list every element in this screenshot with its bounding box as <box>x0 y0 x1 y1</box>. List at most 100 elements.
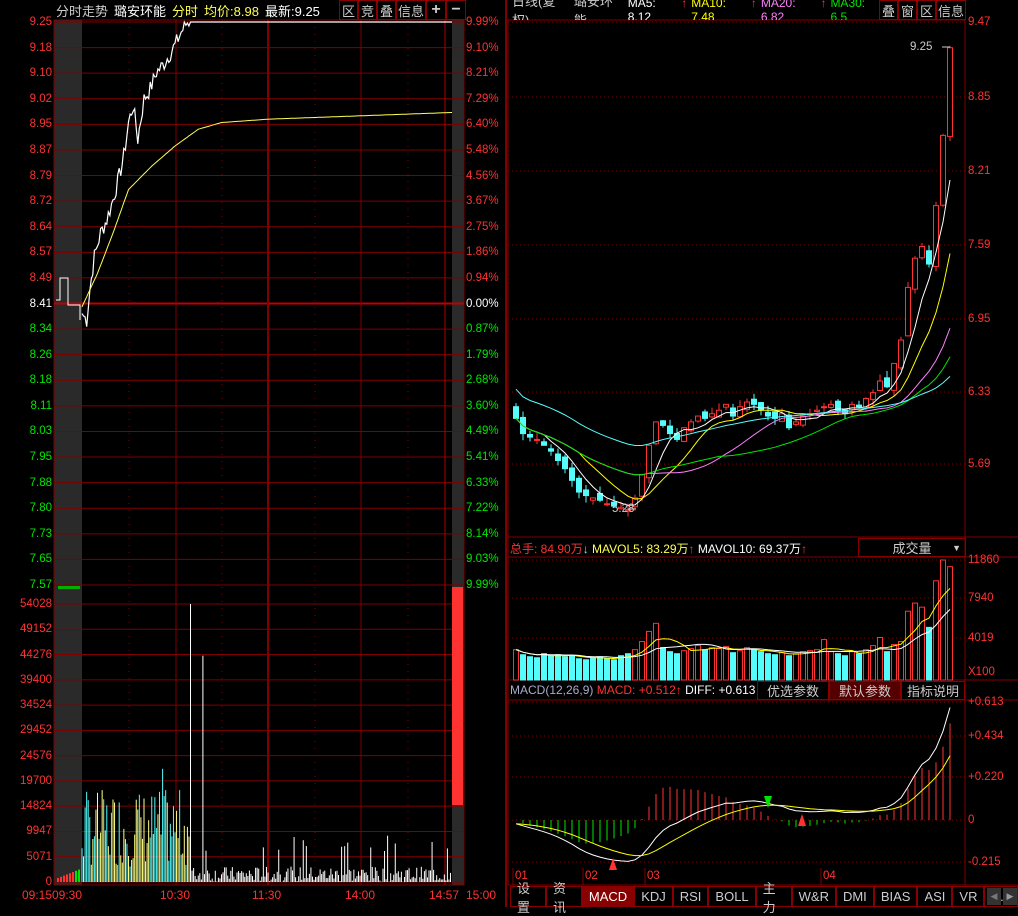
price-axis-label: 8.34 <box>29 323 52 336</box>
volume-bar <box>814 649 820 681</box>
price-axis-label: 7.73 <box>29 527 52 540</box>
volume-bar <box>765 653 771 681</box>
tab-asi[interactable]: ASI <box>917 886 953 907</box>
scroll-right-icon[interactable]: ▶ <box>1003 888 1017 905</box>
price-axis-label: 8.03 <box>29 425 52 438</box>
price-axis-label: 7.80 <box>29 502 52 515</box>
auction-button[interactable]: 竞 <box>358 0 377 20</box>
volume-bar <box>863 649 869 681</box>
macd-axis-label: 0 <box>968 814 975 826</box>
tab-[interactable]: 设置 <box>510 881 546 915</box>
candle-body <box>723 403 729 408</box>
optimal-params-button[interactable]: 优选参数 <box>757 681 829 700</box>
scroll-left-icon[interactable]: ◀ <box>987 888 1001 905</box>
tab-wr[interactable]: W&R <box>791 886 836 907</box>
indicator-help-button[interactable]: 指标说明 <box>901 681 965 700</box>
price-axis-label: 7.57 <box>29 579 52 591</box>
mavol10: MAVOL10: 69.37万 <box>697 542 802 556</box>
candle-body <box>660 420 666 426</box>
range-button[interactable]: 区 <box>917 0 936 20</box>
ma5-line <box>515 179 951 506</box>
macd-name: MACD(12,26,9) <box>510 683 594 697</box>
volume-bar <box>912 602 918 681</box>
volume-bar <box>618 655 624 681</box>
pct-axis-label: 7.22% <box>466 502 499 515</box>
tab-[interactable]: 主力 <box>755 881 792 915</box>
tab-scroll: ◀ ▶ <box>987 888 1017 905</box>
candle-body <box>758 402 764 411</box>
volume-bar <box>842 655 848 681</box>
candle-body <box>562 456 568 470</box>
volume-bar <box>800 651 806 681</box>
pct-axis-label: 1.86% <box>466 246 499 259</box>
kline-price-label: 8.21 <box>968 165 991 177</box>
macd-axis-label: +0.613 <box>968 696 1004 708</box>
volume-pane-label: 4019 <box>968 632 994 644</box>
candle-body <box>793 421 799 425</box>
pct-axis-label: 0.94% <box>466 271 499 284</box>
candle-body <box>513 406 519 419</box>
volume-bar <box>940 559 946 681</box>
time-axis-label: 14:57 <box>429 888 460 902</box>
kline-price-label: 9.47 <box>968 16 991 28</box>
pct-axis-label: 5.48% <box>466 143 499 156</box>
volume-bar <box>555 654 561 681</box>
tab-rsi[interactable]: RSI <box>672 886 709 907</box>
volume-bar <box>590 657 596 681</box>
zoom-in-button[interactable]: + <box>426 0 446 20</box>
candle-body <box>919 246 925 259</box>
candle-body <box>898 339 904 369</box>
macd-axis-label: +0.434 <box>968 730 1004 742</box>
sell-signal-arrow <box>764 796 772 808</box>
volume-axis-label: 24576 <box>20 749 52 762</box>
overlay-button[interactable]: 叠 <box>377 0 396 20</box>
pct-axis-label: 9.99% <box>466 579 499 591</box>
pct-axis-label: 8.21% <box>466 67 499 80</box>
volume-bar <box>758 651 764 681</box>
tab-dmi[interactable]: DMI <box>835 886 874 907</box>
pct-axis-label: 9.99% <box>466 16 499 28</box>
pct-axis-label: 2.68% <box>466 374 499 387</box>
tab-boll[interactable]: BOLL <box>708 886 756 907</box>
volume-bar <box>933 580 939 681</box>
window-button[interactable]: 窗 <box>898 0 917 20</box>
date-axis-label: 04 <box>823 870 836 882</box>
volume-bar <box>779 652 785 681</box>
info-button[interactable]: 信息 <box>936 0 966 20</box>
volume-bar <box>716 648 722 681</box>
date-axis-label: 02 <box>585 870 598 882</box>
tab-bias[interactable]: BIAS <box>873 886 918 907</box>
candle-body <box>926 250 932 265</box>
candle-body <box>569 467 575 481</box>
volume-axis-label: 5071 <box>26 850 52 863</box>
volume-pane-label: X100 <box>968 666 995 678</box>
volume-axis-label: 34524 <box>20 699 52 712</box>
range-button[interactable]: 区 <box>339 0 358 20</box>
tab-vr[interactable]: VR <box>952 886 985 907</box>
time-axis-label: 09:15 <box>22 888 53 902</box>
chart-canvas[interactable] <box>0 0 1018 907</box>
price-axis-label: 9.25 <box>29 16 52 28</box>
zoom-out-button[interactable]: − <box>446 0 466 20</box>
indicator-select[interactable]: 成交量 ▼ <box>858 538 966 557</box>
tab-macd[interactable]: MACD <box>581 886 635 907</box>
candle-body <box>653 421 659 445</box>
kline-price-label: 5.69 <box>968 458 991 470</box>
volume-pane-label: 11860 <box>968 554 1000 566</box>
volume-bar <box>583 659 589 681</box>
pct-axis-label: 8.14% <box>466 527 499 540</box>
kline-price-label: 7.59 <box>968 239 991 251</box>
overlay-button[interactable]: 叠 <box>879 0 898 20</box>
candle-body <box>849 403 855 411</box>
volume-axis-label: 0 <box>45 876 52 888</box>
candle-body <box>912 257 918 290</box>
volume-axis-label: 9947 <box>26 825 52 838</box>
tab-[interactable]: 资讯 <box>545 881 582 915</box>
open-auction-marker <box>58 586 80 589</box>
default-params-button[interactable]: 默认参数 <box>829 681 901 700</box>
info-button[interactable]: 信息 <box>396 0 426 20</box>
volume-bar <box>576 658 582 681</box>
tab-kdj[interactable]: KDJ <box>634 886 673 907</box>
volume-bar <box>849 651 855 681</box>
daily-stock-name: 璐安环能 <box>573 0 613 20</box>
